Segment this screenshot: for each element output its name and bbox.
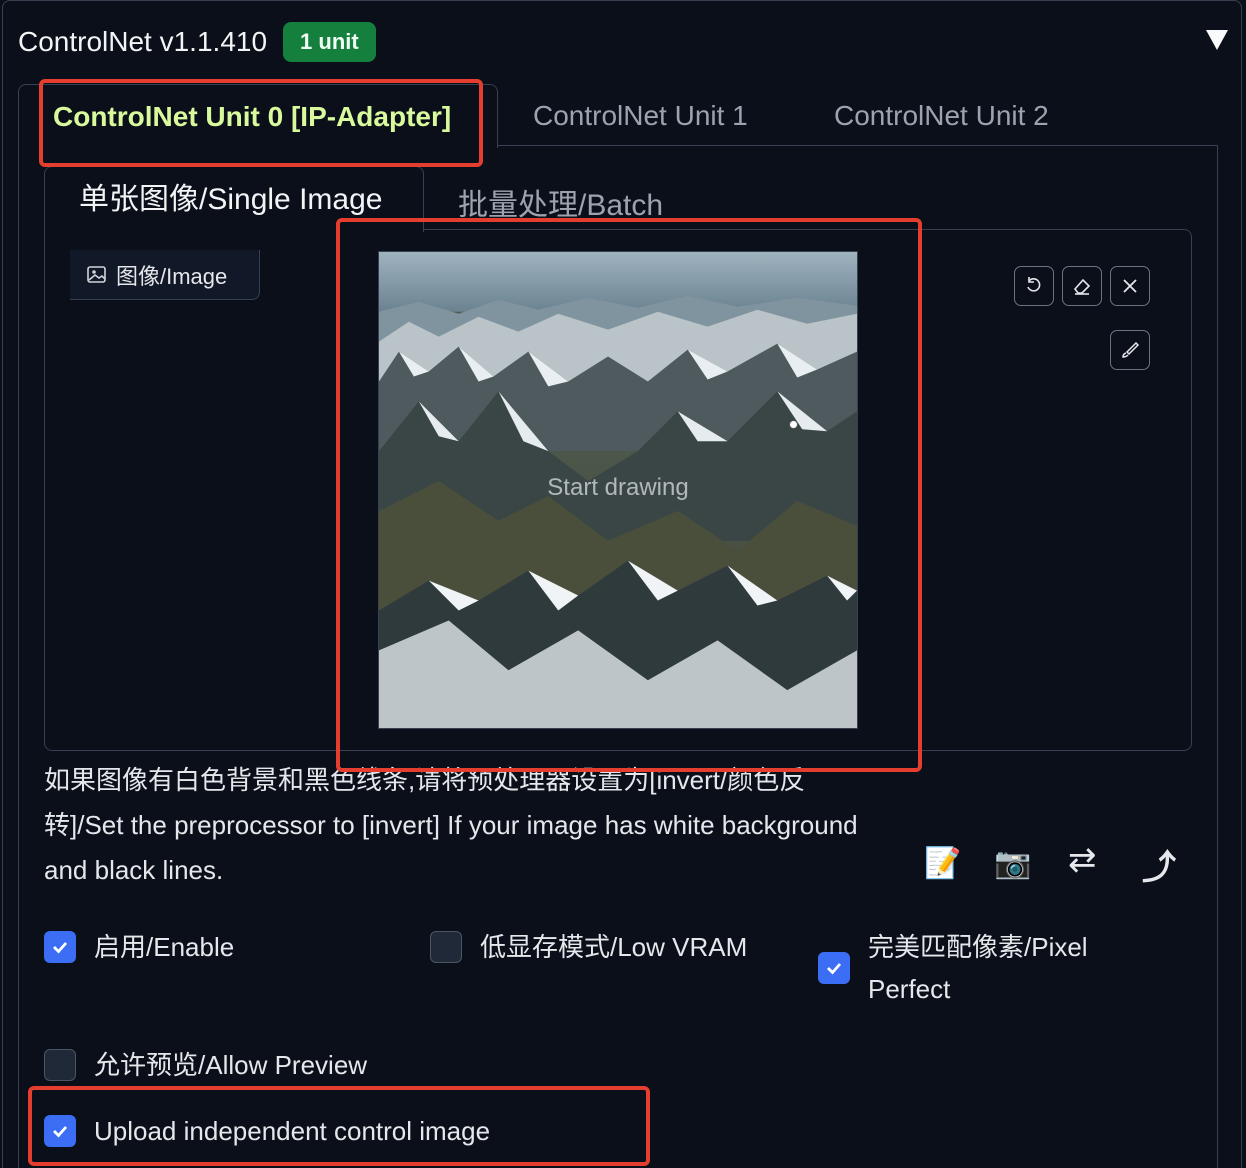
clear-button[interactable] (1110, 266, 1150, 306)
pixel-perfect-option[interactable]: 完美匹配像素/Pixel Perfect (818, 926, 1088, 1010)
unit-tabs: ControlNet Unit 0 [IP-Adapter] ControlNe… (18, 84, 1218, 148)
upload-independent-checkbox[interactable] (44, 1115, 76, 1147)
enable-label: 启用/Enable (94, 932, 235, 962)
enable-checkbox[interactable] (44, 931, 76, 963)
pixel-perfect-label-line-2: Perfect (868, 974, 951, 1004)
tab-controlnet-unit-2[interactable]: ControlNet Unit 2 (834, 84, 1049, 146)
eraser-icon (1073, 278, 1091, 295)
canvas-placeholder: Start drawing (547, 474, 689, 501)
brush-icon (1122, 341, 1140, 358)
collapse-triangle-icon[interactable] (1206, 30, 1228, 50)
hint-line-3: and black lines. (44, 855, 224, 885)
check-icon (53, 942, 68, 954)
brush-cursor (789, 420, 798, 429)
tab-controlnet-unit-1[interactable]: ControlNet Unit 1 (533, 84, 748, 146)
tab-batch[interactable]: 批量处理/Batch (458, 180, 663, 224)
image-label: 图像/Image (70, 250, 260, 300)
low-vram-option[interactable]: 低显存模式/Low VRAM (430, 926, 747, 968)
camera-icon[interactable]: 📷 (994, 846, 1031, 881)
brush-button[interactable] (1110, 330, 1150, 370)
swap-icon[interactable]: ⇄ (1068, 840, 1097, 880)
close-icon (1123, 279, 1137, 293)
pixel-perfect-label-line-1: 完美匹配像素/Pixel (868, 932, 1088, 962)
low-vram-label: 低显存模式/Low VRAM (480, 932, 748, 962)
check-icon (827, 963, 842, 975)
eraser-button[interactable] (1062, 266, 1102, 306)
upload-independent-option[interactable]: Upload independent control image (44, 1110, 490, 1152)
send-icon[interactable]: ⤴ (1142, 840, 1176, 889)
enable-option[interactable]: 启用/Enable (44, 926, 234, 968)
hint-line-1: 如果图像有白色背景和黑色线条,请将预处理器设置为[invert/颜色反 (44, 765, 806, 795)
drawing-canvas[interactable]: Start drawing (378, 251, 858, 729)
memo-icon[interactable]: 📝 (924, 846, 961, 881)
image-label-text: 图像/Image (116, 263, 228, 289)
tab-single-image[interactable]: 单张图像/Single Image (44, 166, 424, 232)
panel-title: ControlNet v1.1.410 (18, 26, 268, 58)
tab-controlnet-unit-0[interactable]: ControlNet Unit 0 [IP-Adapter] (18, 84, 498, 148)
allow-preview-checkbox[interactable] (44, 1049, 76, 1081)
undo-icon (1027, 277, 1041, 292)
image-icon (87, 265, 106, 283)
preprocessor-hint: 如果图像有白色背景和黑色线条,请将预处理器设置为[invert/颜色反 转]/S… (44, 758, 904, 893)
unit-count-badge: 1 unit (283, 22, 376, 63)
upload-independent-label: Upload independent control image (94, 1116, 491, 1146)
undo-button[interactable] (1014, 266, 1054, 306)
hint-line-2: 转]/Set the preprocessor to [invert] If y… (44, 810, 858, 840)
pixel-perfect-checkbox[interactable] (818, 952, 850, 984)
check-icon (53, 1126, 68, 1138)
pixel-perfect-label: 完美匹配像素/Pixel Perfect (868, 926, 1088, 1010)
allow-preview-option[interactable]: 允许预览/Allow Preview (44, 1044, 367, 1086)
allow-preview-label: 允许预览/Allow Preview (94, 1050, 368, 1080)
low-vram-checkbox[interactable] (430, 931, 462, 963)
controlnet-header[interactable]: ControlNet v1.1.410 1 unit (18, 22, 376, 63)
